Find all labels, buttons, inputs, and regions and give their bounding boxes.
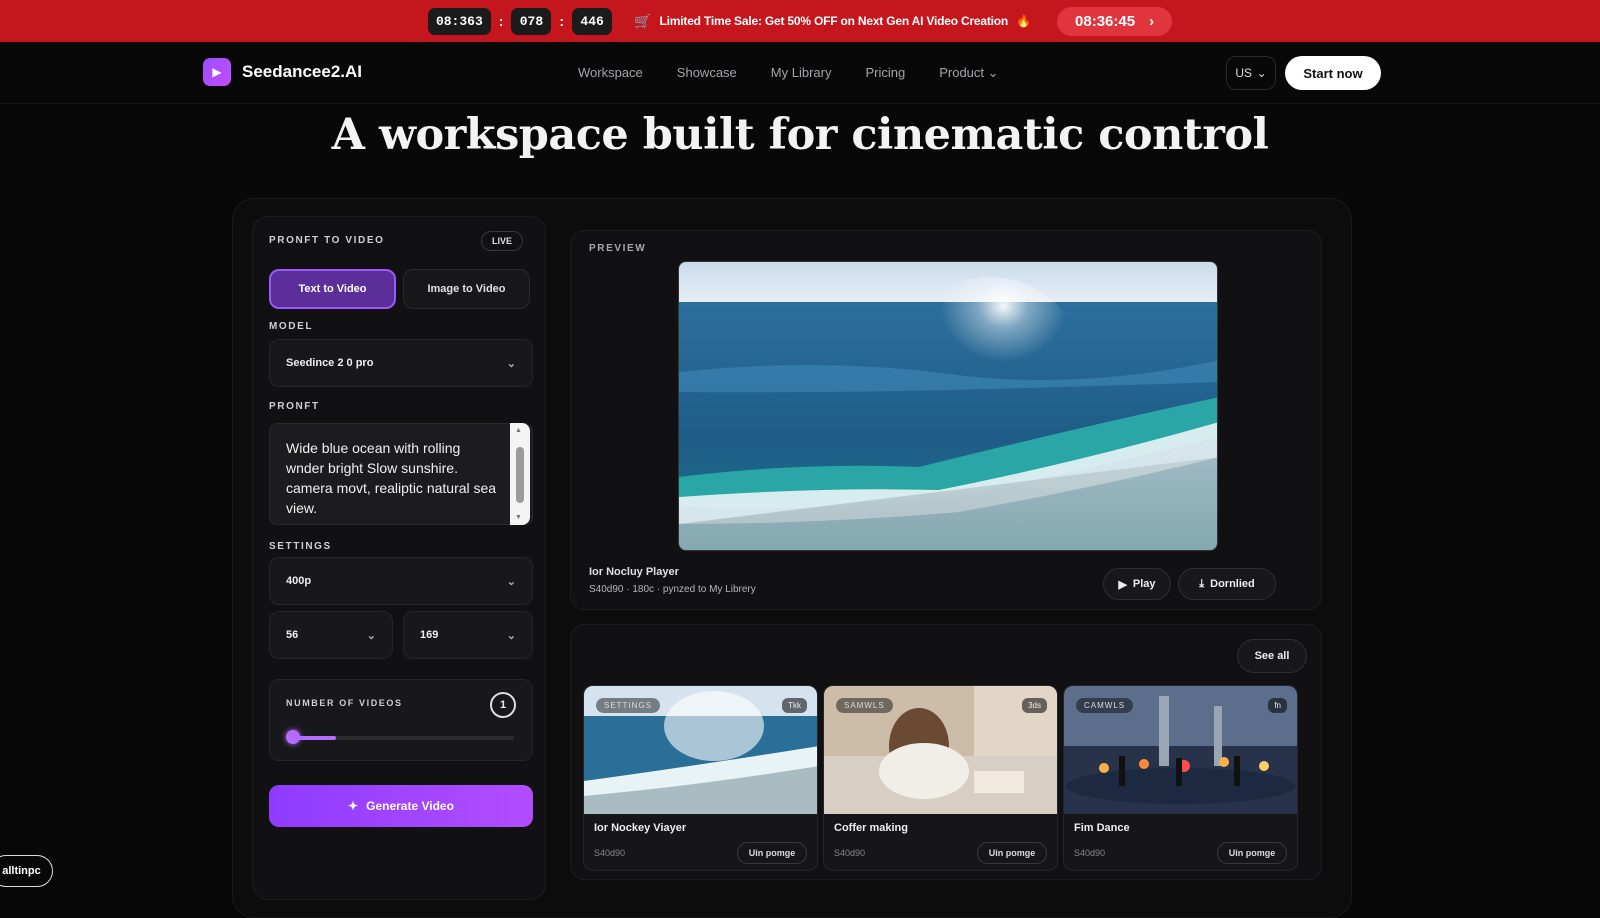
language-select[interactable]: US ⌄ xyxy=(1226,56,1276,90)
card-meta: S40d90 xyxy=(834,848,866,858)
model-value: Seedince 2 0 pro xyxy=(286,357,374,369)
tab-text-to-video[interactable]: Text to Video xyxy=(269,269,396,309)
chevron-down-icon: ⌄ xyxy=(366,629,376,642)
chevron-down-icon: ⌄ xyxy=(506,575,516,588)
card-tag: SETTINGS xyxy=(596,698,661,713)
video-player[interactable] xyxy=(678,261,1218,551)
model-select[interactable]: Seedince 2 0 pro ⌄ xyxy=(269,339,533,387)
fire-icon: 🔥 xyxy=(1016,14,1032,28)
chevron-down-icon: ⌄ xyxy=(506,357,516,370)
ocean-video-frame xyxy=(679,262,1217,550)
card-title: Fim Dance xyxy=(1074,822,1130,834)
number-of-videos-label: NUMBER OF VIDEOS xyxy=(286,698,403,708)
live-badge: LIVE xyxy=(481,231,523,251)
card-meta: S40d90 xyxy=(1074,848,1106,858)
see-all-button[interactable]: See all xyxy=(1237,639,1307,673)
ratio-value: 169 xyxy=(420,629,439,641)
settings-label: SETTINGS xyxy=(269,541,332,552)
preview-panel: PREVIEW Ior Nocluy Player S40d90 · 180c … xyxy=(570,230,1322,610)
promo-countdown-button[interactable]: 08:36:45 › xyxy=(1057,6,1173,36)
prompt-scrollbar[interactable]: ▲ ▼ xyxy=(510,423,530,525)
timer-hours: 08:363 xyxy=(427,7,491,35)
logo-play-icon[interactable]: ▶ xyxy=(203,58,231,86)
timer-separator: : xyxy=(498,13,504,29)
brand-name[interactable]: Seedancee2.AI xyxy=(242,62,362,82)
generate-video-label: Generate Video xyxy=(366,799,454,813)
tab-image-to-video[interactable]: Image to Video xyxy=(403,269,530,309)
generate-video-button[interactable]: ✦ Generate Video xyxy=(269,785,533,827)
promo-banner: 08:363 : 078 : 446 🛒 Limited Time Sale: … xyxy=(0,0,1600,42)
video-meta: S40d90 · 180c · pynzed to My Librery xyxy=(589,584,756,595)
nav-product[interactable]: Product ⌄ xyxy=(939,65,998,81)
resolution-select[interactable]: 400p ⌄ xyxy=(269,557,533,605)
floating-pill-button[interactable]: alltinpc xyxy=(0,855,53,887)
duration-select[interactable]: 56 ⌄ xyxy=(269,611,393,659)
top-navigation: ▶ Seedancee2.AI Workspace Showcase My Li… xyxy=(0,42,1600,104)
promo-message[interactable]: Limited Time Sale: Get 50% OFF on Next G… xyxy=(660,14,1009,28)
main-menu: Workspace Showcase My Library Pricing Pr… xyxy=(578,65,999,81)
download-icon: ⤓ xyxy=(1199,577,1205,590)
nav-my-library[interactable]: My Library xyxy=(771,65,832,81)
aspect-ratio-select[interactable]: 169 ⌄ xyxy=(403,611,533,659)
timer-seconds: 446 xyxy=(572,7,613,35)
play-icon: ▶ xyxy=(1118,578,1127,591)
prompt-label: PRONFT xyxy=(269,401,320,412)
timer-separator: : xyxy=(559,13,565,29)
number-of-videos-card: NUMBER OF VIDEOS 1 xyxy=(269,679,533,761)
card-tag: SAMWLS xyxy=(836,698,893,713)
use-prompt-button[interactable]: Uin pomge xyxy=(1217,842,1287,864)
card-title: Ior Nockey Viayer xyxy=(594,822,687,834)
video-count-slider-handle[interactable] xyxy=(286,730,300,744)
chevron-down-icon: ⌄ xyxy=(1256,66,1267,80)
download-label: Dornlied xyxy=(1210,578,1255,590)
video-card[interactable]: SAMWLS 3ds Coffer making S40d90 Uin pomg… xyxy=(823,685,1058,871)
resolution-value: 400p xyxy=(286,575,312,587)
nav-workspace[interactable]: Workspace xyxy=(578,65,643,81)
nav-product-label: Product xyxy=(939,65,985,80)
card-duration: Tkk xyxy=(782,698,807,713)
play-label: Play xyxy=(1132,578,1156,590)
preview-label: PREVIEW xyxy=(589,243,647,254)
card-meta: S40d90 xyxy=(594,848,626,858)
scroll-down-icon[interactable]: ▼ xyxy=(515,514,522,521)
cart-icon: 🛒 xyxy=(634,12,652,29)
video-card[interactable]: CAMWLS fn Fim Dance S40d90 Uin pomge xyxy=(1063,685,1298,871)
card-tag: CAMWLS xyxy=(1076,698,1134,713)
card-duration: fn xyxy=(1268,698,1287,713)
use-prompt-button[interactable]: Uin pomge xyxy=(737,842,807,864)
page-title: A workspace built for cinematic control xyxy=(331,110,1269,160)
arrow-right-icon: › xyxy=(1149,12,1155,30)
model-label: MODEL xyxy=(269,321,314,332)
language-value: US xyxy=(1235,66,1252,80)
prompt-to-video-label: PRONFT TO VIDEO xyxy=(269,235,385,246)
magic-wand-icon: ✦ xyxy=(348,799,359,813)
scroll-thumb[interactable] xyxy=(516,447,524,503)
recent-videos-gallery: See all SETTINGS Tkk Ior Nockey Viayer S… xyxy=(570,624,1322,880)
nav-showcase[interactable]: Showcase xyxy=(677,65,737,81)
video-count-slider-track[interactable] xyxy=(292,736,514,740)
countdown-text: 08:36:45 xyxy=(1075,12,1136,30)
chevron-down-icon: ⌄ xyxy=(987,65,999,80)
play-button[interactable]: ▶ Play xyxy=(1103,568,1171,600)
download-button[interactable]: ⤓ Dornlied xyxy=(1178,568,1276,600)
prompt-textarea[interactable]: Wide blue ocean with rolling wnder brigh… xyxy=(269,423,533,525)
start-now-button[interactable]: Start now xyxy=(1285,56,1381,90)
video-count-badge: 1 xyxy=(490,692,516,718)
video-card[interactable]: SETTINGS Tkk Ior Nockey Viayer S40d90 Ui… xyxy=(583,685,818,871)
chevron-down-icon: ⌄ xyxy=(506,629,516,642)
duration-value: 56 xyxy=(286,629,299,641)
control-panel: PRONFT TO VIDEO LIVE Text to Video Image… xyxy=(252,216,546,900)
card-title: Coffer making xyxy=(834,822,908,834)
use-prompt-button[interactable]: Uin pomge xyxy=(977,842,1047,864)
card-duration: 3ds xyxy=(1022,698,1047,713)
timer-minutes: 078 xyxy=(511,7,552,35)
nav-pricing[interactable]: Pricing xyxy=(865,65,905,81)
scroll-up-icon[interactable]: ▲ xyxy=(515,427,522,434)
video-title: Ior Nocluy Player xyxy=(589,566,679,578)
